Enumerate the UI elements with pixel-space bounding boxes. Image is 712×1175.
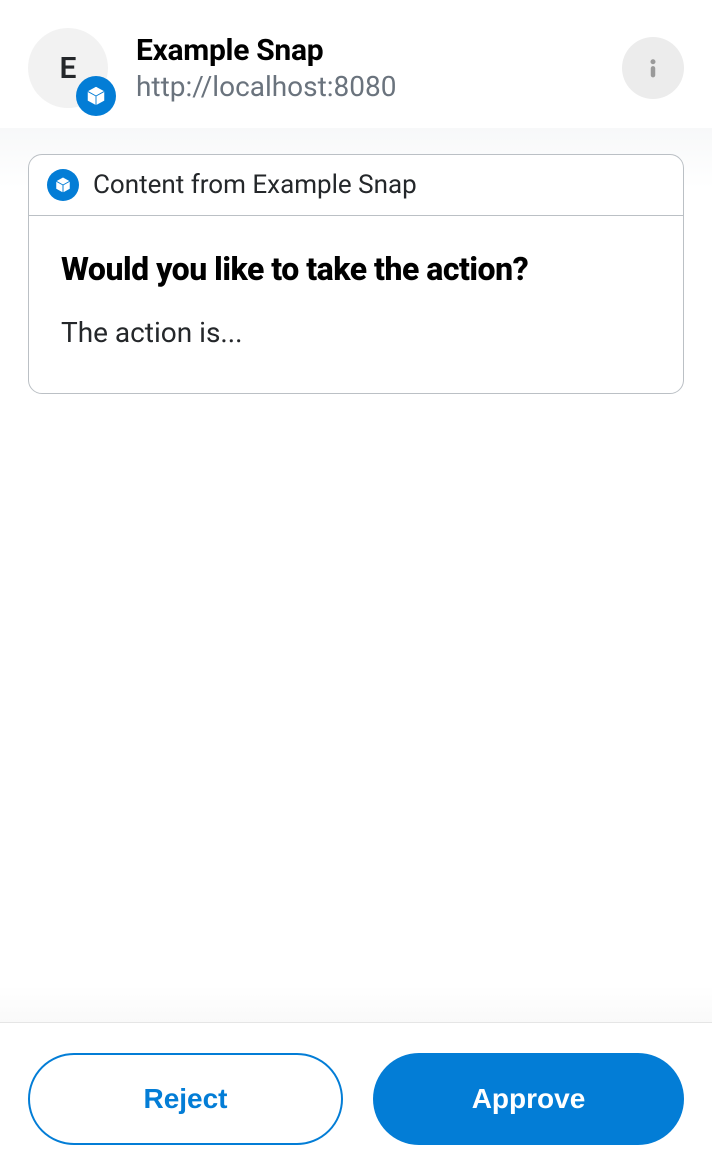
approve-label: Approve	[472, 1083, 586, 1115]
card-header: Content from Example Snap	[29, 155, 683, 216]
app-avatar: E	[28, 28, 108, 108]
reject-button[interactable]: Reject	[28, 1053, 343, 1145]
cube-icon	[47, 169, 79, 201]
card-source-label: Content from Example Snap	[93, 170, 417, 200]
snap-badge-icon	[76, 76, 116, 116]
content-card: Content from Example Snap Would you like…	[28, 154, 684, 394]
avatar-letter: E	[60, 51, 77, 86]
app-origin: http://localhost:8080	[136, 70, 622, 103]
reject-label: Reject	[143, 1083, 227, 1115]
app-title: Example Snap	[136, 33, 622, 68]
card-description: The action is...	[61, 316, 651, 349]
card-body: Would you like to take the action? The a…	[29, 216, 683, 393]
approve-button[interactable]: Approve	[373, 1053, 684, 1145]
main-area: Content from Example Snap Would you like…	[0, 128, 712, 1022]
info-button[interactable]	[622, 37, 684, 99]
info-icon	[638, 53, 668, 83]
card-title: Would you like to take the action?	[61, 250, 651, 288]
footer: Reject Approve	[0, 1022, 712, 1175]
header-titles: Example Snap http://localhost:8080	[136, 33, 622, 103]
header: E Example Snap http://localhost:8080	[0, 0, 712, 128]
